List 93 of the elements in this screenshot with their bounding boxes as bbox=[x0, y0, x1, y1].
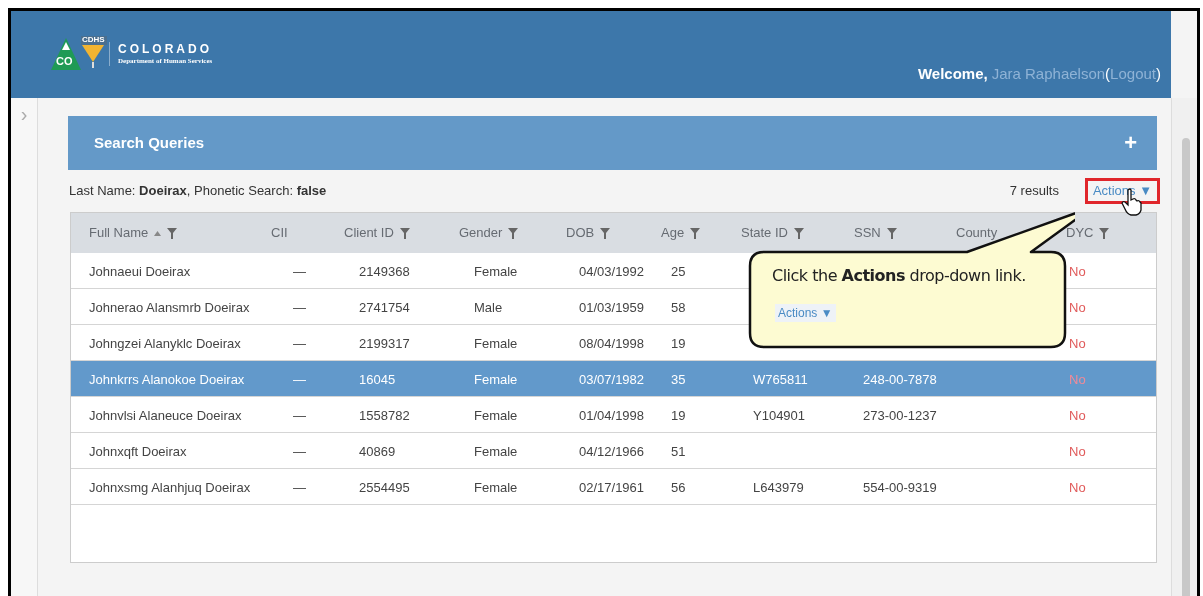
column-header[interactable]: State ID bbox=[741, 223, 788, 243]
filter-icon[interactable] bbox=[1099, 227, 1110, 239]
table-cell: Johngzei Alanyklc Doeirax bbox=[89, 335, 241, 351]
table-cell: 03/07/1982 bbox=[579, 371, 645, 387]
filter-icon[interactable] bbox=[793, 227, 804, 239]
panel-title: Search Queries bbox=[94, 132, 205, 153]
table-cell: 08/04/1998 bbox=[579, 335, 645, 351]
status-text: No bbox=[1069, 407, 1086, 423]
table-row[interactable]: Johnkrrs Alanokoe Doeirax — 16045 Female 03/07/1982 35 W765811 248-00-7878 No bbox=[71, 361, 1156, 397]
table-cell: 16045 bbox=[359, 371, 396, 387]
table-cell: 04/12/1966 bbox=[579, 443, 645, 459]
table-cell: 51 bbox=[671, 443, 686, 459]
table-cell: Female bbox=[474, 407, 518, 423]
table-cell: 2741754 bbox=[359, 299, 410, 315]
filter-icon[interactable] bbox=[600, 227, 611, 239]
status-text: No bbox=[1069, 371, 1086, 387]
table-cell: — bbox=[293, 335, 306, 351]
table-cell: Johnaeui Doeirax bbox=[89, 263, 191, 279]
column-header[interactable]: DOB bbox=[566, 223, 595, 243]
mountain-logo-icon bbox=[51, 38, 81, 70]
table-cell: 19 bbox=[671, 407, 686, 423]
table-cell: 273-00-1237 bbox=[863, 407, 937, 423]
add-button[interactable]: + bbox=[1124, 132, 1137, 154]
table-cell: 25 bbox=[671, 263, 686, 279]
table-cell: Female bbox=[474, 479, 518, 495]
status-text: No bbox=[1069, 443, 1086, 459]
table-cell: Johnerao Alansmrb Doeirax bbox=[89, 299, 250, 315]
table-cell: Female bbox=[474, 335, 518, 351]
filter-icon[interactable] bbox=[508, 227, 519, 239]
table-cell: 19 bbox=[671, 335, 686, 351]
filter-icon[interactable] bbox=[399, 227, 410, 239]
column-header[interactable]: CII bbox=[271, 223, 288, 243]
table-cell: 58 bbox=[671, 299, 686, 315]
column-header[interactable]: DYC bbox=[1066, 223, 1094, 243]
table-cell: Female bbox=[474, 371, 518, 387]
table-cell: 01/03/1959 bbox=[579, 299, 645, 315]
table-cell: Female bbox=[474, 263, 518, 279]
table-cell: 554-00-9319 bbox=[863, 479, 937, 495]
table-cell: — bbox=[293, 443, 306, 459]
status-text: No bbox=[1069, 335, 1086, 351]
table-cell: 2149368 bbox=[359, 263, 410, 279]
sidebar-toggle[interactable]: › bbox=[20, 104, 28, 124]
table-cell: Johnxqft Doeirax bbox=[89, 443, 187, 459]
filter-icon[interactable] bbox=[886, 227, 897, 239]
table-cell: Male bbox=[474, 299, 503, 315]
column-header[interactable]: SSN bbox=[854, 223, 881, 243]
table-cell: 56 bbox=[671, 479, 686, 495]
table-cell: 40869 bbox=[359, 443, 396, 459]
table-cell: 04/03/1992 bbox=[579, 263, 645, 279]
table-cell: 1558782 bbox=[359, 407, 410, 423]
sort-up-icon[interactable] bbox=[154, 230, 162, 236]
table-cell: Johnkrrs Alanokoe Doeirax bbox=[89, 371, 245, 387]
callout-text: Click the Actions drop-down link. bbox=[772, 266, 1026, 286]
table-cell: 2554495 bbox=[359, 479, 410, 495]
scrollbar-thumb[interactable] bbox=[1182, 138, 1190, 596]
filter-icon[interactable] bbox=[690, 227, 701, 239]
table-cell: — bbox=[293, 263, 306, 279]
table-cell: L643979 bbox=[753, 479, 804, 495]
status-text: No bbox=[1069, 299, 1086, 315]
shield-logo-icon bbox=[81, 36, 107, 68]
logo-badge-text: CDHS bbox=[82, 36, 105, 44]
table-cell: 2199317 bbox=[359, 335, 410, 351]
column-header[interactable]: County bbox=[956, 223, 998, 243]
results-count: 7 results bbox=[1009, 182, 1059, 201]
table-cell: Y104901 bbox=[753, 407, 806, 423]
welcome-text: Welcome, bbox=[917, 64, 988, 84]
filter-icon[interactable] bbox=[167, 227, 178, 239]
table-cell: Johnvlsi Alaneuce Doeirax bbox=[89, 407, 242, 423]
actions-link[interactable]: Actions ▼ bbox=[775, 304, 836, 322]
paren-text: ) bbox=[1156, 64, 1161, 84]
logo-title: COLORADO bbox=[118, 42, 213, 58]
table-cell: 01/04/1998 bbox=[579, 407, 645, 423]
paren-text: ( bbox=[1105, 64, 1111, 84]
table-cell: W765811 bbox=[753, 371, 808, 387]
table-cell: 35 bbox=[671, 371, 686, 387]
table-cell: — bbox=[293, 371, 306, 387]
logo-text: CO bbox=[56, 56, 73, 67]
user-name-link[interactable]: Jara Raphaelson bbox=[991, 63, 1106, 86]
column-header[interactable]: Gender bbox=[459, 223, 503, 243]
table-cell: 02/17/1961 bbox=[579, 479, 645, 495]
table-cell: 248-00-7878 bbox=[863, 371, 937, 387]
table-cell: — bbox=[293, 479, 306, 495]
column-header[interactable]: Full Name bbox=[89, 223, 149, 243]
status-text: No bbox=[1069, 479, 1086, 495]
status-text: No bbox=[1069, 263, 1086, 279]
logout-link[interactable]: Logout bbox=[1110, 63, 1156, 86]
column-header[interactable]: Age bbox=[661, 223, 685, 243]
table-cell: Johnxsmg Alanhjuq Doeirax bbox=[89, 479, 251, 495]
table-cell: Female bbox=[474, 443, 518, 459]
column-header[interactable]: Client ID bbox=[344, 223, 394, 243]
search-summary: Last Name: Doeirax, Phonetic Search: false bbox=[69, 182, 327, 201]
table-cell: — bbox=[293, 299, 306, 315]
table-cell: — bbox=[293, 407, 306, 423]
